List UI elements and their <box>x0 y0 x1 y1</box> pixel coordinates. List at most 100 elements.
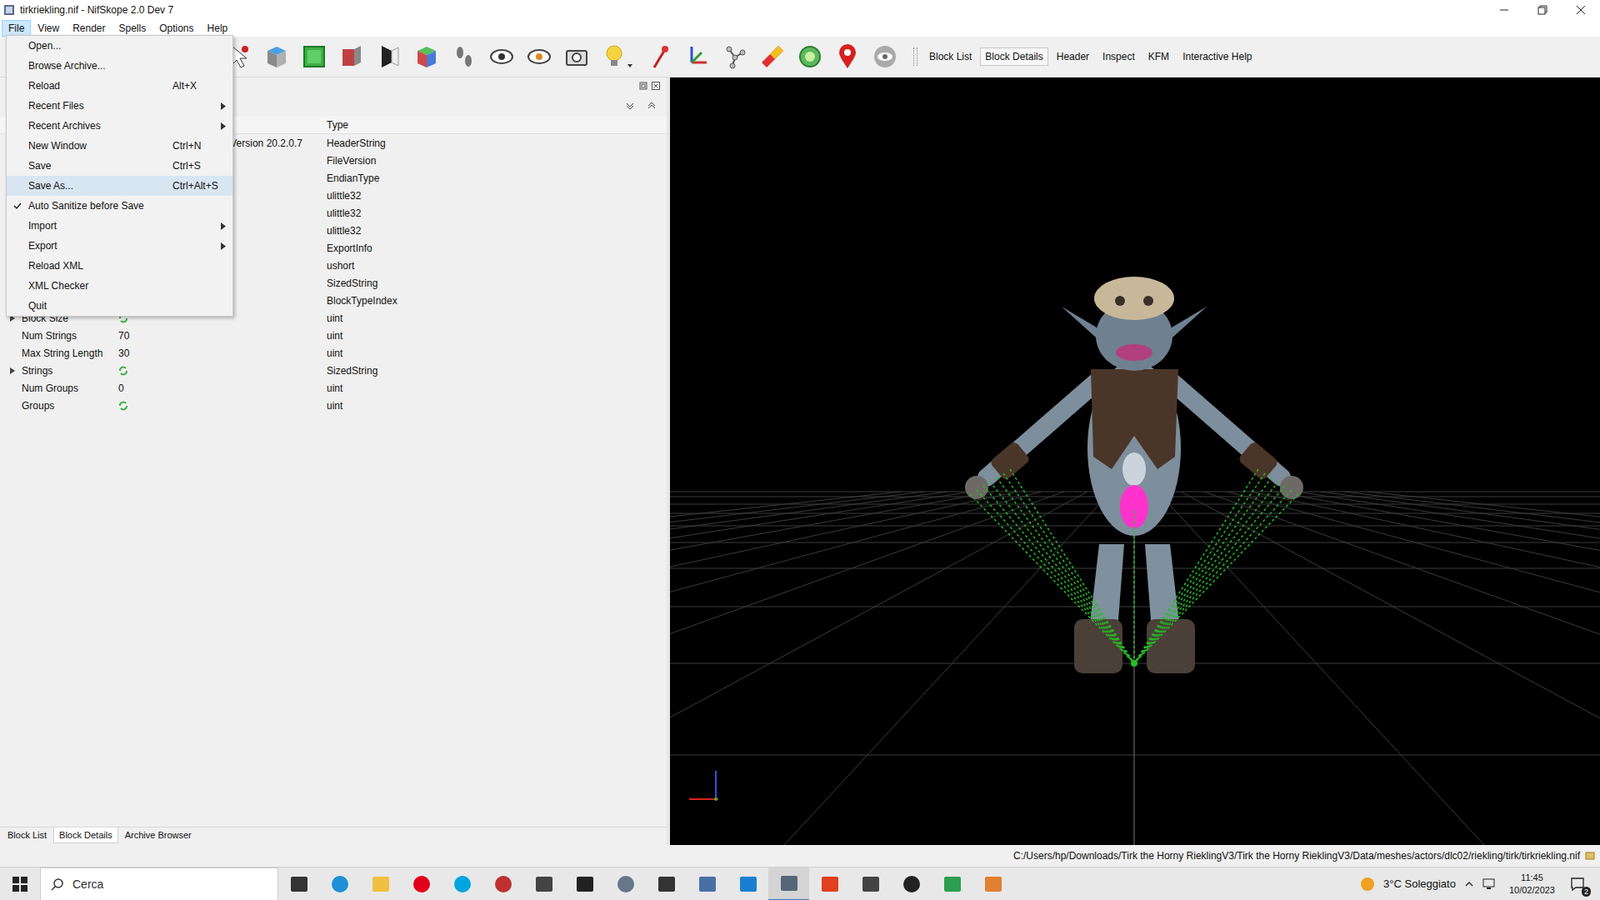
taskbar-app[interactable] <box>686 867 728 900</box>
network-icon[interactable] <box>1482 877 1498 891</box>
axes-icon[interactable] <box>680 42 715 71</box>
row-name: Num Strings <box>21 330 77 342</box>
green-cube-icon[interactable] <box>297 42 331 71</box>
toolbar-button[interactable]: Block List <box>924 47 977 66</box>
menu-item[interactable]: Save As...Ctrl+Alt+S <box>6 175 233 196</box>
app-icon <box>370 874 391 895</box>
main-area: TypeVersion 20.2.0.7HeaderStringFileVers… <box>0 77 1600 845</box>
taskbar-app[interactable] <box>278 867 320 900</box>
hide-icon[interactable] <box>868 42 902 71</box>
menu-item[interactable]: Recent Archives <box>6 115 233 136</box>
red-cube-icon[interactable] <box>335 42 369 71</box>
collapse-down-icon[interactable] <box>625 100 635 111</box>
toolbar-button[interactable]: Inspect <box>1097 47 1140 66</box>
model-figure[interactable] <box>965 276 1304 674</box>
weather[interactable]: 3°C Soleggiato <box>1383 877 1456 890</box>
taskbar-app[interactable] <box>441 867 483 900</box>
scene-canvas[interactable] <box>670 77 1600 845</box>
menu-item[interactable]: Open... <box>6 35 233 56</box>
menu-item[interactable]: Recent Files <box>6 95 233 116</box>
taskbar-app[interactable] <box>523 867 565 900</box>
table-row[interactable]: Num Strings70uint <box>0 326 667 345</box>
node-pin-icon[interactable] <box>643 42 677 71</box>
search-box[interactable]: Cerca <box>40 867 279 900</box>
column-header[interactable]: Type <box>325 119 667 131</box>
taskbar-app[interactable] <box>400 867 442 900</box>
minimize-icon[interactable] <box>1485 0 1524 20</box>
table-row[interactable]: Num Groups0uint <box>0 379 667 397</box>
table-row[interactable]: Groupsuint <box>0 396 667 415</box>
time-icon[interactable] <box>793 42 827 71</box>
skeleton-icon[interactable] <box>718 42 752 71</box>
marker-icon[interactable] <box>830 42 865 71</box>
menu-item[interactable]: Browse Archive... <box>6 55 233 76</box>
expand-arrow-icon[interactable] <box>9 367 16 375</box>
taskbar-app[interactable] <box>890 867 932 900</box>
table-row[interactable]: StringsSizedString <box>0 361 667 380</box>
chevron-up-icon[interactable] <box>1464 879 1475 890</box>
taskbar-app[interactable] <box>360 867 401 900</box>
footprints-icon[interactable] <box>447 42 481 71</box>
light-icon[interactable] <box>597 42 640 71</box>
taskbar-app[interactable] <box>319 867 360 900</box>
taskbar-app[interactable] <box>931 867 973 900</box>
taskbar-app[interactable] <box>564 867 605 900</box>
taskbar-app[interactable] <box>850 867 891 900</box>
toolbar-button[interactable]: Interactive Help <box>1177 47 1257 66</box>
collision-icon[interactable] <box>755 42 790 71</box>
array-update-icon[interactable] <box>118 365 129 376</box>
camera-icon[interactable] <box>560 42 594 71</box>
taskbar-app[interactable] <box>605 867 646 900</box>
toolbar-button[interactable]: Block Details <box>980 47 1048 66</box>
notification-button[interactable]: 2 <box>1566 873 1589 895</box>
eye-orange-icon[interactable] <box>522 42 556 71</box>
menu-bar-item[interactable]: View <box>30 20 66 37</box>
menu-bar-item[interactable]: Spells <box>112 20 154 37</box>
menu-item[interactable]: Export <box>6 235 233 256</box>
row-type: uint <box>325 382 667 395</box>
float-icon[interactable] <box>639 81 648 90</box>
menu-item[interactable]: Quit <box>6 295 233 316</box>
menu-item[interactable]: Reload XML <box>6 255 233 276</box>
weather-sun-icon[interactable] <box>1360 876 1375 892</box>
taskbar-app[interactable] <box>482 867 524 900</box>
dock-tab[interactable]: Archive Browser <box>120 827 197 843</box>
close-icon[interactable] <box>1561 0 1600 20</box>
toolbar-button[interactable]: Header <box>1051 47 1095 66</box>
cube-icon[interactable] <box>260 42 294 71</box>
menu-bar-item[interactable]: Help <box>200 20 235 37</box>
taskbar-app[interactable] <box>809 867 850 900</box>
menu-item[interactable]: ReloadAlt+X <box>6 75 233 96</box>
taskbar-app[interactable] <box>972 867 1014 900</box>
dock-tab[interactable]: Block List <box>2 827 52 843</box>
render-viewport[interactable] <box>670 77 1600 845</box>
eye-icon[interactable] <box>485 42 519 71</box>
menu-item[interactable]: Import <box>6 215 233 236</box>
taskbar-app[interactable] <box>727 867 769 900</box>
file-icon <box>1585 850 1595 861</box>
toolbar-button[interactable]: KFM <box>1143 47 1175 66</box>
menu-item[interactable]: Auto Sanitize before Save <box>6 195 233 216</box>
toolbar-grip[interactable] <box>913 47 918 66</box>
taskbar-app[interactable] <box>768 867 810 900</box>
menu-item[interactable]: New WindowCtrl+N <box>6 135 233 156</box>
table-row[interactable]: Max String Length30uint <box>0 344 667 362</box>
close-icon[interactable] <box>651 81 660 90</box>
menu-bar-item[interactable]: File <box>1 20 31 37</box>
taskbar-app[interactable] <box>645 867 687 900</box>
clock[interactable]: 11:4510/02/2023 <box>1505 871 1559 896</box>
row-type: SizedString <box>325 277 667 290</box>
menu-item[interactable]: XML Checker <box>6 275 233 296</box>
search-icon <box>50 877 65 891</box>
menu-bar-item[interactable]: Render <box>65 20 112 37</box>
menu-item[interactable]: SaveCtrl+S <box>6 155 233 176</box>
restore-icon[interactable] <box>1523 0 1562 20</box>
start-button[interactable] <box>0 876 40 892</box>
texture-cube-icon[interactable] <box>410 42 444 71</box>
dock-tab[interactable]: Block Details <box>53 827 119 844</box>
collapse-up-icon[interactable] <box>646 100 657 111</box>
menu-bar-item[interactable]: Options <box>152 20 200 37</box>
array-update-icon[interactable] <box>118 400 129 411</box>
shading-icon[interactable] <box>372 42 406 71</box>
app-icon <box>820 874 840 895</box>
